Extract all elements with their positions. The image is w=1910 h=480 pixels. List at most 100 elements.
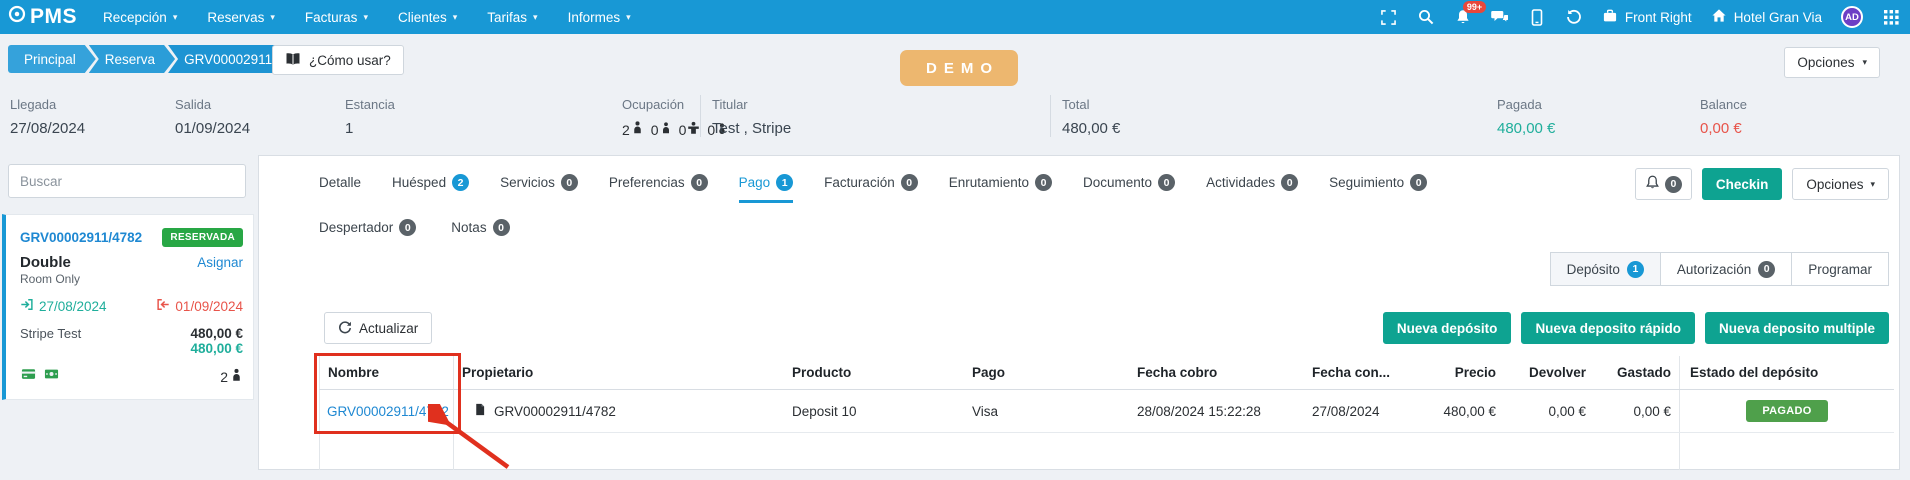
notifications-count-badge: 99+	[1463, 1, 1486, 13]
chevron-down-icon: ▾	[173, 13, 178, 22]
departure-date: 01/09/2024	[175, 120, 250, 137]
tab-count-badge: 0	[493, 219, 510, 236]
user-avatar[interactable]: AD	[1841, 6, 1863, 28]
menu-tarifas[interactable]: Tarifas▾	[487, 10, 537, 25]
tab-huesped[interactable]: Huésped2	[392, 174, 469, 203]
separator	[700, 95, 701, 137]
deposit-price-cell: 480,00 €	[1419, 390, 1504, 432]
column-header[interactable]: Precio	[1419, 356, 1504, 389]
menu-clientes[interactable]: Clientes▾	[398, 10, 457, 25]
tab-count-badge: 0	[399, 219, 416, 236]
navbar-right: 99+ Front Right Hotel Gran Via AD	[1380, 6, 1900, 28]
menu-informes[interactable]: Informes▾	[568, 10, 631, 25]
column-header[interactable]: Devolver	[1504, 356, 1594, 389]
tab-notas[interactable]: Notas0	[451, 219, 509, 248]
children-count: 0	[679, 122, 687, 138]
juniors-count: 0	[651, 122, 659, 138]
reservation-card[interactable]: GRV00002911/4782 RESERVADA Double Asigna…	[2, 214, 254, 400]
search-input[interactable]	[8, 164, 246, 198]
chevron-down-icon: ▾	[270, 13, 275, 22]
checkin-button[interactable]: Checkin	[1702, 168, 1783, 200]
bell-icon	[1645, 175, 1660, 193]
reservation-options-button[interactable]: Opciones▾	[1784, 47, 1880, 78]
summary-titular: Titular Test , Stripe	[712, 97, 791, 137]
hotel-selector[interactable]: Hotel Gran Via	[1711, 8, 1822, 26]
column-header[interactable]: Estado del depósito	[1679, 356, 1894, 389]
tab-detalle[interactable]: Detalle	[319, 175, 361, 202]
app-logo[interactable]: PMS	[8, 5, 77, 29]
alerts-button[interactable]: 0	[1635, 168, 1692, 200]
table-header-row: Nombre Propietario Producto Pago Fecha c…	[319, 356, 1894, 390]
column-header[interactable]: Producto	[784, 356, 964, 389]
workstation-icon	[1602, 8, 1618, 26]
summary-pagada: Pagada 480,00 €	[1497, 97, 1555, 137]
checkin-arrow-icon	[20, 298, 34, 314]
tab-documento[interactable]: Documento0	[1083, 174, 1175, 203]
column-header[interactable]: Nombre	[319, 356, 454, 389]
tab-count-badge: 0	[691, 174, 708, 191]
pms-logo-icon	[8, 5, 26, 29]
reservation-code-link[interactable]: GRV00002911/4782	[20, 230, 142, 245]
status-badge: RESERVADA	[162, 228, 243, 247]
new-multiple-deposit-button[interactable]: Nueva deposito multiple	[1705, 312, 1889, 344]
column-header[interactable]: Pago	[964, 356, 1129, 389]
subtab-programar[interactable]: Programar	[1791, 252, 1889, 286]
column-header[interactable]: Gastado	[1594, 356, 1679, 389]
demo-badge: DEMO	[900, 50, 1018, 86]
how-to-use-button[interactable]: ¿Cómo usar?	[272, 45, 404, 75]
deposit-refund-cell: 0,00 €	[1504, 390, 1594, 432]
menu-facturas[interactable]: Facturas▾	[305, 10, 368, 25]
subtab-autorizacion[interactable]: Autorización0	[1660, 252, 1792, 286]
pax-count: 2	[220, 369, 228, 385]
column-header[interactable]: Fecha con...	[1304, 356, 1419, 389]
tab-facturacion[interactable]: Facturación0	[824, 174, 918, 203]
subtab-deposito[interactable]: Depósito1	[1550, 252, 1661, 286]
detail-tabs: Detalle Huésped2 Servicios0 Preferencias…	[319, 174, 1479, 248]
reservation-detail-panel: Detalle Huésped2 Servicios0 Preferencias…	[258, 155, 1900, 470]
deposit-name-link[interactable]: GRV00002911/4782	[327, 404, 449, 419]
history-icon[interactable]	[1565, 8, 1583, 26]
top-navbar: PMS Recepción▾ Reservas▾ Facturas▾ Clien…	[0, 0, 1910, 34]
assign-room-link[interactable]: Asignar	[197, 255, 243, 270]
mobile-device-icon[interactable]	[1528, 8, 1546, 26]
tab-preferencias[interactable]: Preferencias0	[609, 174, 708, 203]
column-header[interactable]: Propietario	[454, 356, 784, 389]
refresh-button[interactable]: Actualizar	[324, 312, 432, 344]
junior-icon	[660, 121, 672, 138]
breadcrumb-principal[interactable]: Principal	[8, 45, 96, 73]
book-icon	[285, 52, 301, 69]
apps-grid-icon[interactable]	[1882, 8, 1900, 26]
tab-enrutamiento[interactable]: Enrutamiento0	[949, 174, 1052, 203]
tab-count-badge: 2	[452, 174, 469, 191]
breadcrumb-reserva[interactable]: Reserva	[89, 45, 175, 73]
total-amount: 480,00 €	[1062, 120, 1120, 137]
tab-pago[interactable]: Pago1	[739, 174, 794, 203]
new-deposit-button[interactable]: Nueva depósito	[1383, 312, 1512, 344]
tab-count-badge: 0	[1410, 174, 1427, 191]
notifications-bell-icon[interactable]: 99+	[1454, 8, 1472, 26]
guest-name: Stripe Test	[20, 326, 81, 341]
deposit-owner-cell: GRV00002911/4782	[454, 390, 784, 432]
summary-total: Total 480,00 €	[1062, 97, 1120, 137]
tab-count-badge: 1	[776, 174, 793, 191]
column-header[interactable]: Fecha cobro	[1129, 356, 1304, 389]
tab-seguimiento[interactable]: Seguimiento0	[1329, 174, 1427, 203]
search-icon[interactable]	[1417, 8, 1435, 26]
workstation-selector[interactable]: Front Right	[1602, 8, 1692, 26]
pms-app: PMS Recepción▾ Reservas▾ Facturas▾ Clien…	[0, 0, 1910, 480]
menu-reservas[interactable]: Reservas▾	[207, 10, 275, 25]
tab-servicios[interactable]: Servicios0	[500, 174, 578, 203]
card-departure: 01/09/2024	[156, 298, 243, 314]
menu-recepcion[interactable]: Recepción▾	[103, 10, 177, 25]
tab-actividades[interactable]: Actividades0	[1206, 174, 1298, 203]
chevron-down-icon: ▾	[1862, 58, 1867, 67]
new-quick-deposit-button[interactable]: Nueva deposito rápido	[1521, 312, 1695, 344]
fullscreen-icon[interactable]	[1380, 8, 1398, 26]
chevron-down-icon: ▾	[533, 13, 538, 22]
tab-count-badge: 0	[1158, 174, 1175, 191]
tab-despertador[interactable]: Despertador0	[319, 219, 416, 248]
chat-icon[interactable]	[1491, 8, 1509, 26]
options-button[interactable]: Opciones▾	[1792, 168, 1889, 200]
subtab-count-badge: 1	[1627, 261, 1644, 278]
checkout-arrow-icon	[156, 298, 170, 314]
